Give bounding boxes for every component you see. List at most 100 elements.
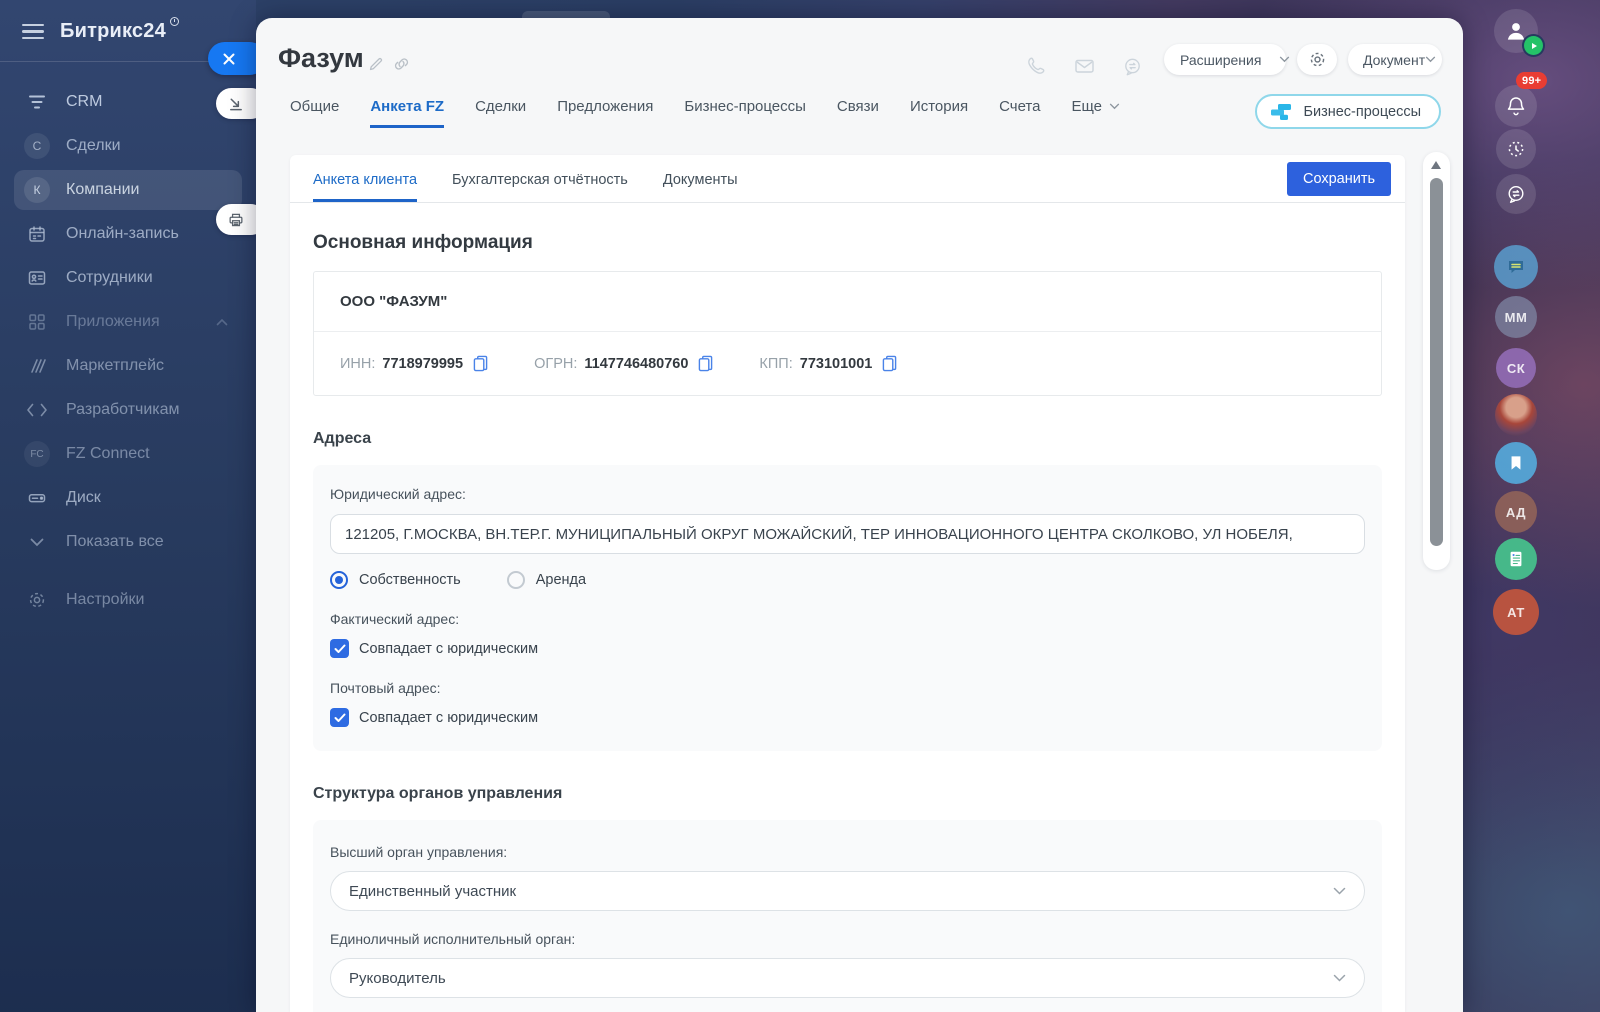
tab-invoices[interactable]: Счета (999, 98, 1040, 128)
scrollbar-thumb[interactable] (1430, 178, 1443, 546)
tab-general[interactable]: Общие (290, 98, 339, 128)
ogrn-value: 1147746480760 (584, 356, 688, 372)
sidebar-item-label: Настройки (66, 591, 144, 609)
executive-body-value: Руководитель (349, 970, 446, 987)
document-chat-button[interactable] (1495, 538, 1537, 580)
bell-icon (1505, 95, 1527, 117)
sidebar-item-fz-connect[interactable]: FC FZ Connect (14, 434, 242, 474)
sidebar-item-deals[interactable]: С Сделки (14, 126, 242, 166)
tab-deals[interactable]: Сделки (475, 98, 526, 128)
timer-button[interactable] (1496, 129, 1536, 169)
copy-icon[interactable] (473, 355, 488, 372)
edit-title-icon[interactable] (368, 56, 384, 77)
sidebar-item-disk[interactable]: Диск (14, 478, 242, 518)
radio-ownership[interactable]: Собственность (330, 571, 461, 589)
tab-more[interactable]: Еще (1071, 98, 1120, 128)
notifications-button[interactable]: 99+ (1495, 85, 1537, 127)
sidebar-item-crm[interactable]: CRM (14, 82, 242, 122)
play-icon (1530, 42, 1538, 50)
user-avatar[interactable] (1494, 9, 1538, 53)
tab-accounting-reports[interactable]: Бухгалтерская отчётность (452, 172, 628, 202)
hamburger-menu-icon[interactable] (22, 24, 44, 40)
chat-avatar-sk[interactable]: СК (1496, 348, 1536, 388)
business-process-icon (1270, 103, 1292, 121)
sidebar-item-online-booking[interactable]: Онлайн-запись (14, 214, 242, 254)
document-button[interactable]: Документ (1348, 44, 1442, 75)
postal-address-checkbox[interactable]: Совпадает с юридическим (330, 708, 1365, 727)
postal-address-label: Почтовый адрес: (330, 680, 1365, 696)
notifications-count-badge: 99+ (1516, 72, 1547, 89)
bookmark-icon (1508, 454, 1524, 472)
saved-messages-button[interactable] (1495, 442, 1537, 484)
governing-body-select[interactable]: Единственный участник (330, 871, 1365, 911)
tab-client-form[interactable]: Анкета клиента (313, 172, 417, 202)
document-icon (1507, 549, 1525, 569)
sidebar-item-apps[interactable]: Приложения (14, 302, 242, 342)
legal-address-input[interactable] (330, 514, 1365, 554)
tab-business-processes[interactable]: Бизнес-процессы (684, 98, 806, 128)
section-title-addresses: Адреса (313, 430, 1382, 448)
sidebar-item-companies[interactable]: К Компании (14, 170, 242, 210)
mail-icon[interactable] (1066, 48, 1102, 84)
governing-body-value: Единственный участник (349, 883, 516, 900)
fz-connect-badge-icon: FC (24, 441, 50, 467)
sidebar-item-label: Маркетплейс (66, 357, 164, 375)
chevron-down-icon (1425, 56, 1436, 63)
tab-history[interactable]: История (910, 98, 968, 128)
sidebar-item-label: Сотрудники (66, 269, 153, 287)
sidebar-item-employees[interactable]: Сотрудники (14, 258, 242, 298)
extensions-button[interactable]: Расширения (1164, 44, 1286, 75)
tab-links[interactable]: Связи (837, 98, 879, 128)
chat-avatar-ad[interactable]: АД (1495, 491, 1537, 533)
radio-ownership-label: Собственность (359, 572, 461, 588)
tab-documents[interactable]: Документы (663, 172, 738, 202)
avatar-initials: MM (1505, 310, 1528, 325)
scroll-up-arrow-icon[interactable] (1431, 161, 1441, 169)
app-logo[interactable]: Битрикс24 (60, 20, 166, 43)
management-card: Высший орган управления: Единственный уч… (313, 820, 1382, 1012)
tab-offers[interactable]: Предложения (557, 98, 653, 128)
chevron-down-icon (1279, 56, 1290, 63)
minimize-arrow-icon (227, 95, 244, 112)
chat-avatar-at[interactable]: АТ (1493, 589, 1539, 635)
radio-rent[interactable]: Аренда (507, 571, 586, 589)
panel-scrollbar[interactable] (1423, 152, 1450, 570)
actual-address-checkbox[interactable]: Совпадает с юридическим (330, 639, 1365, 658)
save-button[interactable]: Сохранить (1287, 162, 1391, 196)
legal-address-label: Юридический адрес: (330, 486, 1365, 502)
business-processes-button[interactable]: Бизнес-процессы (1255, 94, 1441, 129)
avatar-initials: СК (1507, 361, 1525, 376)
copy-icon[interactable] (882, 355, 897, 372)
executive-body-select[interactable]: Руководитель (330, 958, 1365, 998)
sidebar-item-show-all[interactable]: Показать все (14, 522, 242, 562)
chat-avatar-mm[interactable]: MM (1495, 296, 1537, 338)
left-sidebar: Битрикс24 CRM С Сделки К Компании Онлайн… (0, 0, 256, 1012)
copy-link-icon[interactable] (392, 56, 411, 77)
printer-icon (227, 211, 245, 229)
chat-avatar-photo[interactable] (1495, 394, 1537, 436)
tab-anketa-fz[interactable]: Анкета FZ (370, 98, 444, 128)
chat-channel-button[interactable] (1494, 245, 1538, 289)
extensions-button-label: Расширения (1180, 52, 1261, 68)
form-card: Анкета клиента Бухгалтерская отчётность … (290, 155, 1405, 1012)
chat-bubble-icon (1505, 256, 1527, 278)
chevron-down-icon (1333, 887, 1346, 895)
companies-badge-icon: К (24, 177, 50, 203)
chat-icon[interactable] (1114, 48, 1150, 84)
sidebar-item-settings[interactable]: Настройки (14, 580, 242, 620)
company-info-card: ООО "ФАЗУМ" ИНН: 7718979995 ОГРН: 114774… (313, 271, 1382, 396)
apps-icon (24, 309, 50, 335)
copy-icon[interactable] (698, 355, 713, 372)
phone-icon[interactable] (1018, 48, 1054, 84)
sidebar-item-marketplace[interactable]: Маркетплейс (14, 346, 242, 386)
sidebar-item-developers[interactable]: Разработчикам (14, 390, 242, 430)
status-play-badge (1524, 36, 1543, 55)
settings-button[interactable] (1297, 44, 1337, 75)
id-card-icon (24, 265, 50, 291)
deals-badge-icon: С (24, 133, 50, 159)
messenger-button[interactable] (1496, 174, 1536, 214)
actual-address-checkbox-label: Совпадает с юридическим (359, 641, 538, 657)
kpp-label: КПП: (759, 356, 792, 372)
sidebar-item-label: Онлайн-запись (66, 225, 179, 243)
company-name: ООО "ФАЗУМ" (314, 272, 1381, 331)
